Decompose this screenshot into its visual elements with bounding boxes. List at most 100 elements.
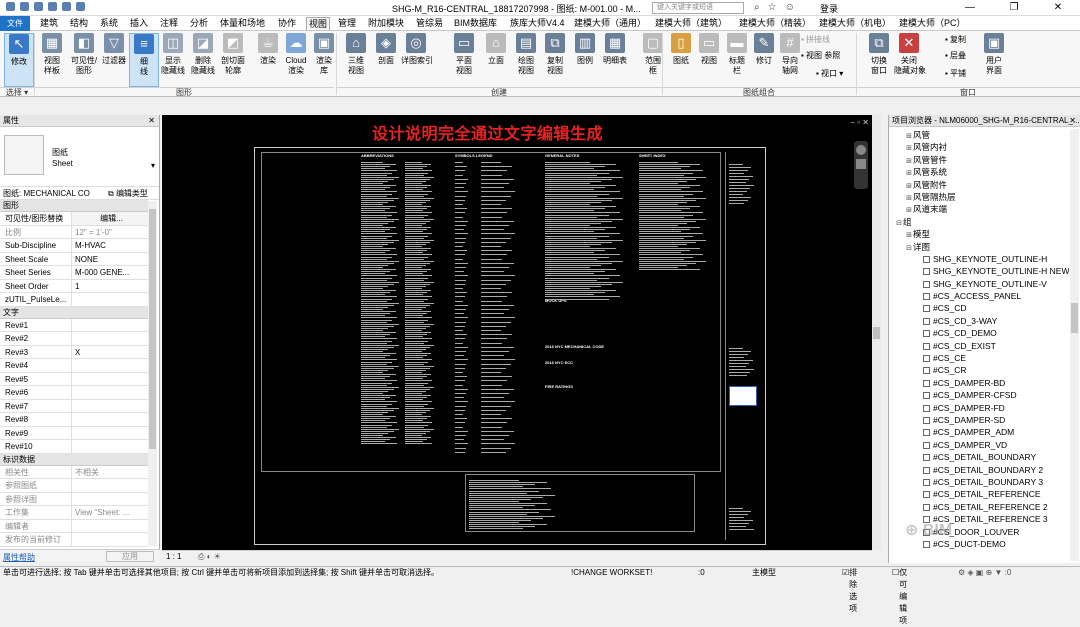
property-value[interactable]: M-HVAC <box>72 239 148 252</box>
ribbon-button-12[interactable]: ◈ 剖面 <box>371 33 401 87</box>
small-ribbon-button-1[interactable]: ▪ 视图 参照 <box>801 51 840 61</box>
browser-item[interactable]: #CS_CD_3-WAY <box>889 315 1069 327</box>
property-value[interactable]: 不相关 <box>72 466 148 479</box>
property-row[interactable]: Rev#5 <box>0 372 148 386</box>
property-row[interactable]: 工作集 View "Sheet: ... <box>0 506 148 520</box>
chevron-down-icon[interactable]: ▾ <box>151 161 155 170</box>
drawing-canvas[interactable]: 设计说明完全通过文字编辑生成 − ▫ ✕ ABBREVIATIONS SYMBOL… <box>162 115 872 550</box>
apply-button[interactable]: 应用 <box>106 551 154 562</box>
workset-selector[interactable]: !CHANGE WORKSET! <box>571 567 652 579</box>
browser-item[interactable]: #CS_DAMPER-SD <box>889 414 1069 426</box>
property-row[interactable]: Rev#3 X <box>0 345 148 359</box>
zoom-icon[interactable] <box>856 159 866 169</box>
view-tools-icon[interactable]: ⎙ ◐ ☀ <box>198 552 221 562</box>
browser-item[interactable]: ⊞风道末端 <box>889 203 1069 215</box>
ribbon-button-6[interactable]: ◪ 删除 隐藏线 <box>188 33 218 87</box>
ribbon-button-11[interactable]: ⌂ 三维 视图 <box>341 33 371 87</box>
ribbon-button-22[interactable]: ▭ 视图 <box>694 33 724 87</box>
browser-item[interactable]: ⊞风管管件 <box>889 154 1069 166</box>
browser-item[interactable]: #CS_DETAIL_BOUNDARY 2 <box>889 464 1069 476</box>
steering-wheel-icon[interactable] <box>856 145 866 155</box>
browser-item[interactable]: #CS_DAMPER_ADM <box>889 426 1069 438</box>
ribbon-button-7[interactable]: ◩ 剖切面 轮廓 <box>218 33 248 87</box>
property-value[interactable]: 1 <box>72 280 148 293</box>
property-row[interactable]: Sub-Discipline M-HVAC <box>0 239 148 253</box>
ribbon-button-10[interactable]: ▣ 渲染 库 <box>309 33 339 87</box>
ribbon-button-21[interactable]: ▯ 图纸 <box>666 33 696 87</box>
small-ribbon-button-0[interactable]: ▪ 拼接线 <box>801 35 830 45</box>
expand-icon[interactable]: ⊞ <box>905 156 913 166</box>
property-value[interactable]: NONE <box>72 253 148 266</box>
maximize-button[interactable]: ❐ <box>992 0 1036 16</box>
canvas-vertical-scrollbar[interactable] <box>872 115 881 550</box>
ribbon-button-17[interactable]: ⧉ 复制 视图 <box>540 33 570 87</box>
browser-item[interactable]: ⊟组 <box>889 216 1069 228</box>
property-row[interactable]: 参照详图 <box>0 492 148 506</box>
ribbon-group-label-3[interactable]: 图纸组合 <box>662 87 856 97</box>
property-value[interactable] <box>72 373 148 386</box>
browser-item[interactable]: #CS_DAMPER-BD <box>889 377 1069 389</box>
tab-13[interactable]: 族库大师V4.4 <box>508 17 567 30</box>
browser-item[interactable]: #CS_CD_EXIST <box>889 340 1069 352</box>
browser-item[interactable]: SHG_KEYNOTE_OUTLINE-H NEW <box>889 265 1069 277</box>
close-button[interactable]: ✕ <box>1036 0 1080 16</box>
ribbon-button-26[interactable]: ⧉ 切换 窗口 <box>864 33 894 87</box>
property-row[interactable]: Sheet Scale NONE <box>0 252 148 266</box>
property-row[interactable]: Rev#7 <box>0 399 148 413</box>
browser-item[interactable]: #CS_ACCESS_PANEL <box>889 290 1069 302</box>
expand-icon[interactable]: ⊞ <box>905 230 913 240</box>
small-ribbon-button-2[interactable]: ▪ 视口 ▾ <box>816 69 843 79</box>
browser-item[interactable]: ⊞风管隔热层 <box>889 191 1069 203</box>
property-row[interactable]: 可见性/图形替换 编辑... <box>0 212 148 226</box>
tab-6[interactable]: 体量和场地 <box>218 17 267 30</box>
browser-item[interactable]: #CS_CE <box>889 352 1069 364</box>
status-tools-icon[interactable]: ⚙ ◈ ▣ ⊕ ▼ :0 <box>958 567 1011 579</box>
ribbon-group-label-1[interactable]: 图形 <box>34 87 334 97</box>
properties-scrollbar[interactable] <box>148 201 157 546</box>
tab-16[interactable]: 建模大师（精装） <box>737 17 813 30</box>
tab-9[interactable]: 管理 <box>336 17 358 30</box>
property-row[interactable]: Rev#9 <box>0 426 148 440</box>
expand-icon[interactable]: ⊟ <box>895 218 903 228</box>
quick-access-toolbar[interactable] <box>6 2 85 11</box>
edit-type-button[interactable]: ⧉ 编辑类型 <box>108 187 148 200</box>
expand-icon[interactable]: ⊞ <box>905 193 913 203</box>
expand-icon[interactable]: ⊟ <box>905 243 913 253</box>
ribbon-button-16[interactable]: ▤ 绘图 视图 <box>511 33 541 87</box>
property-value[interactable] <box>72 293 148 306</box>
exclude-options-checkbox[interactable]: ☑ 排除选项 <box>842 567 857 613</box>
tab-3[interactable]: 插入 <box>128 17 150 30</box>
tab-1[interactable]: 结构 <box>68 17 90 30</box>
browser-item[interactable]: ⊟详图 <box>889 241 1069 253</box>
window-controls[interactable]: — ❐ ✕ <box>948 0 1080 16</box>
expand-icon[interactable]: ⊞ <box>905 131 913 141</box>
property-row[interactable]: 编辑者 <box>0 519 148 533</box>
close-icon[interactable]: ✕ <box>1069 115 1076 127</box>
property-value[interactable]: M-000 GENE... <box>72 266 148 279</box>
instance-filter[interactable]: 图纸: MECHANICAL CO ⧉ 编辑类型 <box>0 187 159 200</box>
property-value[interactable] <box>72 440 148 453</box>
tab-18[interactable]: 建模大师（PC） <box>897 17 968 30</box>
ribbon-button-0[interactable]: ↖ 修改 <box>4 33 34 87</box>
model-selector[interactable]: 主模型 <box>752 567 776 579</box>
expand-icon[interactable]: ⊞ <box>905 168 913 178</box>
expand-icon[interactable]: ⊞ <box>905 143 913 153</box>
close-icon[interactable]: ✕ <box>148 115 155 127</box>
properties-section-2[interactable]: 标识数据 <box>0 453 148 466</box>
title-icons[interactable]: ⌕ ☆ ☺ <box>754 2 795 13</box>
browser-scrollbar[interactable] <box>1070 129 1079 561</box>
tab-7[interactable]: 协作 <box>276 17 298 30</box>
property-value[interactable] <box>72 520 148 533</box>
ribbon-button-2[interactable]: ◧ 可见性/ 图形 <box>69 33 99 87</box>
navigation-bar[interactable] <box>854 141 868 189</box>
tab-11[interactable]: 管综易 <box>414 17 445 30</box>
property-row[interactable]: Rev#10 <box>0 440 148 454</box>
ribbon-button-14[interactable]: ▭ 平面 视图 <box>449 33 479 87</box>
property-value[interactable] <box>72 413 148 426</box>
search-input[interactable]: 键入关键字或短语 <box>652 2 744 14</box>
browser-item[interactable]: #CS_DAMPER-CFSD <box>889 389 1069 401</box>
browser-item[interactable]: #CS_CR <box>889 364 1069 376</box>
ribbon-button-23[interactable]: ▬ 标题 栏 <box>722 33 752 87</box>
property-value[interactable] <box>72 479 148 492</box>
file-tab[interactable]: 文件 <box>0 16 30 31</box>
